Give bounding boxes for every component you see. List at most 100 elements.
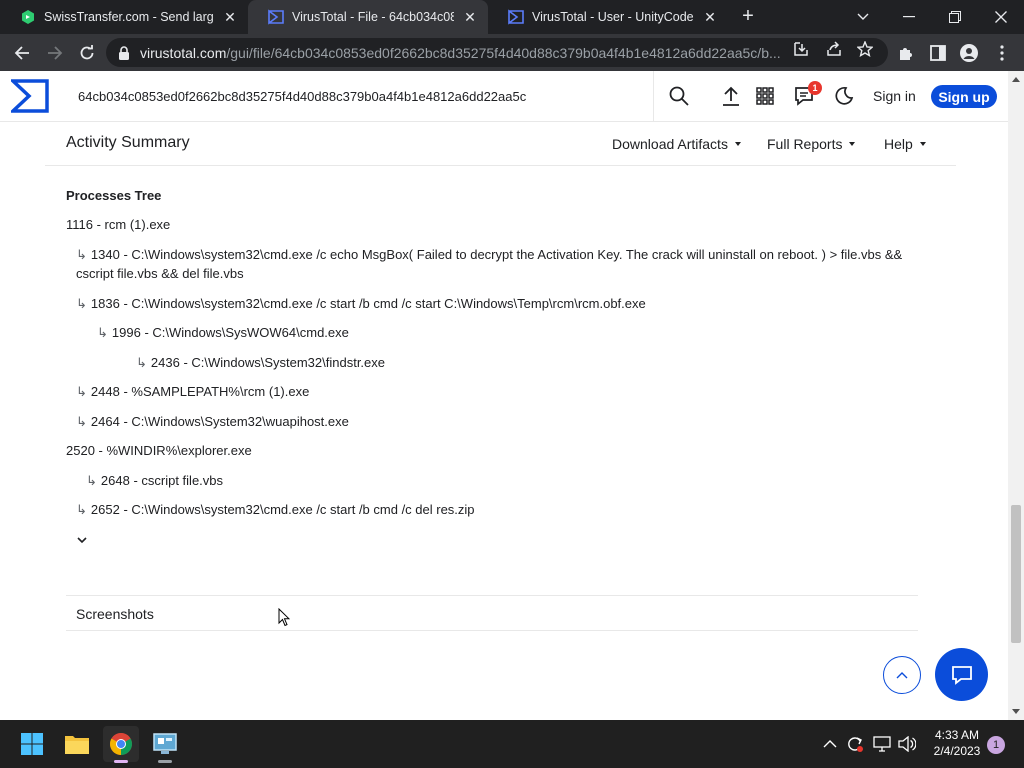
chevron-up-icon[interactable] (820, 734, 840, 754)
processes-tree-heading: Processes Tree (66, 188, 162, 203)
child-arrow-icon: ↳ (76, 502, 87, 517)
chat-bubble-icon (951, 665, 972, 685)
page-scrollbar[interactable] (1008, 71, 1024, 720)
swisstransfer-icon (22, 10, 34, 24)
process-text: 1116 - rcm (1).exe (66, 217, 171, 232)
process-text: cscript file.vbs && del file.vbs (76, 266, 244, 281)
file-explorer-icon[interactable] (59, 726, 95, 762)
process-node: ↳ 2464 - C:\Windows\System32\wuapihost.ex… (76, 412, 349, 431)
process-node: 1116 - rcm (1).exe (66, 215, 170, 234)
start-windows-icon[interactable] (14, 726, 50, 762)
search-icon[interactable] (668, 85, 690, 107)
sync-alert-icon[interactable] (845, 734, 865, 754)
running-app-indicator (158, 760, 172, 763)
tab-virustotal-user[interactable]: VirusTotal - User - UnityCoder0x0 ✕ (488, 0, 728, 34)
restore-icon[interactable] (932, 0, 978, 34)
caret-down-icon (734, 142, 741, 146)
child-arrow-icon: ↳ (86, 473, 97, 488)
bookmark-star-icon[interactable] (856, 40, 874, 58)
chevron-up-icon (896, 672, 908, 679)
process-node: ↳ 2448 - %SAMPLEPATH%\rcm (1).exe (76, 382, 309, 401)
process-text: 2652 - C:\Windows\system32\cmd.exe /c st… (90, 502, 475, 517)
process-text: 2648 - cscript file.vbs (100, 473, 224, 488)
child-arrow-icon: ↳ (76, 247, 87, 262)
network-icon[interactable] (872, 734, 892, 754)
expand-chevron-icon[interactable] (76, 535, 88, 545)
reload-icon[interactable] (74, 40, 100, 66)
clock-date: 2/4/2023 (933, 744, 981, 758)
close-icon[interactable]: ✕ (702, 9, 718, 26)
activity-summary-bar: Activity Summary Download Artifacts Full… (45, 122, 956, 166)
browser-tab-strip: SwissTransfer.com - Send large fil ✕ Vir… (0, 0, 1024, 34)
process-node: ↳ 1340 - C:\Windows\system32\cmd.exe /c e… (76, 245, 902, 264)
scrollbar-thumb[interactable] (1011, 505, 1021, 643)
process-node: ↳ 1836 - C:\Windows\system32\cmd.exe /c s… (76, 294, 646, 313)
virustotal-logo-icon[interactable] (11, 79, 49, 113)
close-icon[interactable]: ✕ (462, 9, 478, 26)
profile-avatar-icon[interactable] (958, 42, 980, 64)
address-bar[interactable]: virustotal.com/gui/file/64cb034c0853ed0f… (106, 38, 888, 67)
search-input[interactable]: 64cb034c0853ed0f2662bc8d35275f4d40d88c37… (62, 71, 654, 122)
child-arrow-icon: ↳ (136, 355, 147, 370)
section-title: Screenshots (76, 606, 154, 622)
caret-down-icon (849, 142, 856, 146)
notification-count-badge[interactable]: 1 (987, 736, 1005, 754)
chrome-taskbar-icon[interactable] (103, 726, 139, 763)
sign-up-button[interactable]: Sign up (931, 85, 997, 108)
sign-in-link[interactable]: Sign in (873, 88, 916, 104)
volume-icon[interactable] (897, 734, 917, 754)
process-node: ↳ 2648 - cscript file.vbs (86, 471, 223, 490)
tab-search-icon[interactable] (840, 0, 886, 34)
scroll-to-top-button[interactable] (883, 656, 921, 694)
section-title: Activity Summary (66, 134, 190, 151)
chat-button[interactable] (935, 648, 988, 701)
virustotal-icon (508, 9, 524, 25)
url-path: /gui/file/64cb034c0853ed0f2662bc8d35275f… (226, 44, 780, 61)
clock-time: 4:33 AM (934, 728, 980, 742)
minimize-icon[interactable] (886, 0, 932, 34)
virustotal-header: 64cb034c0853ed0f2662bc8d35275f4d40d88c37… (0, 71, 1008, 122)
windows-taskbar: 4:33 AM 2/4/2023 1 (0, 720, 1024, 768)
mouse-cursor-icon (278, 608, 290, 627)
share-icon[interactable] (825, 40, 843, 58)
process-node: ↳ 2652 - C:\Windows\system32\cmd.exe /c s… (76, 500, 475, 519)
help-menu[interactable]: Help (884, 136, 926, 152)
install-app-icon[interactable] (792, 40, 810, 58)
lock-icon (119, 45, 129, 60)
screenshots-section[interactable]: Screenshots (66, 595, 918, 631)
chrome-menu-icon[interactable] (991, 42, 1013, 64)
side-panel-icon[interactable] (927, 42, 949, 64)
menu-label: Download Artifacts (612, 136, 728, 152)
process-text: 2448 - %SAMPLEPATH%\rcm (1).exe (90, 384, 310, 399)
virustotal-icon (268, 9, 284, 25)
menu-label: Full Reports (767, 136, 843, 152)
tab-title: VirusTotal - User - UnityCoder0x0 (532, 10, 694, 24)
back-arrow-icon[interactable] (9, 40, 35, 66)
full-reports-menu[interactable]: Full Reports (767, 136, 856, 152)
child-arrow-icon: ↳ (76, 384, 87, 399)
url-text: virustotal.com/gui/file/64cb034c0853ed0f… (140, 45, 780, 61)
child-arrow-icon: ↳ (97, 325, 108, 340)
tab-swisstransfer[interactable]: SwissTransfer.com - Send large fil ✕ (0, 0, 248, 34)
forward-arrow-icon[interactable] (42, 40, 68, 66)
apps-grid-icon[interactable] (754, 85, 776, 107)
new-tab-button[interactable]: + (738, 6, 758, 26)
upload-icon[interactable] (720, 85, 742, 107)
control-panel-icon[interactable] (147, 726, 183, 763)
dark-mode-moon-icon[interactable] (833, 85, 855, 107)
browser-toolbar: virustotal.com/gui/file/64cb034c0853ed0f… (0, 34, 1024, 71)
close-window-icon[interactable] (978, 0, 1024, 34)
caret-down-icon (919, 142, 926, 146)
tab-title: SwissTransfer.com - Send large fil (44, 10, 214, 24)
scroll-up-arrow-icon[interactable] (1012, 76, 1020, 84)
tab-virustotal-file[interactable]: VirusTotal - File - 64cb034c0853ed ✕ (248, 0, 488, 34)
close-icon[interactable]: ✕ (222, 9, 238, 26)
download-artifacts-menu[interactable]: Download Artifacts (612, 136, 741, 152)
process-text: 2520 - %WINDIR%\explorer.exe (66, 443, 252, 458)
scroll-down-arrow-icon[interactable] (1012, 707, 1020, 715)
system-clock[interactable]: 4:33 AM 2/4/2023 (928, 727, 986, 759)
url-host: virustotal.com (140, 44, 227, 61)
menu-label: Help (884, 136, 913, 152)
process-text: 1836 - C:\Windows\system32\cmd.exe /c st… (90, 296, 646, 311)
extensions-puzzle-icon[interactable] (895, 42, 917, 64)
